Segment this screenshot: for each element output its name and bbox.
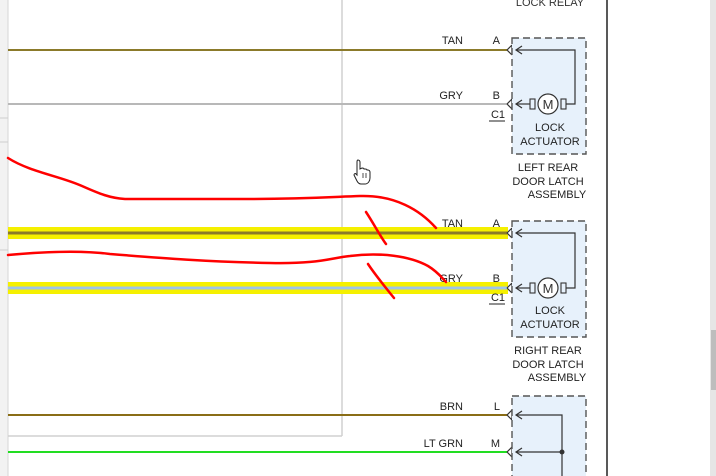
right-margin-panel — [606, 0, 716, 476]
actuator-label: LOCK — [535, 122, 566, 134]
actuator-label: ACTUATOR — [520, 319, 580, 331]
assembly-label: DOOR LATCH — [512, 359, 583, 371]
wire-color-label: GRY — [439, 90, 463, 102]
connector-label: C1 — [491, 109, 505, 121]
left-rear-door-latch-module: M LOCK ACTUATOR — [511, 37, 587, 155]
wire-color-label: TAN — [442, 35, 463, 47]
wire-color-label: LT GRN — [424, 438, 463, 450]
scrollbar-strip[interactable] — [710, 0, 716, 476]
wire-color-label: BRN — [440, 401, 463, 413]
pin-label: L — [494, 401, 500, 413]
actuator-label: LOCK — [535, 305, 566, 317]
left-edge-strip — [0, 0, 8, 476]
pin-label: B — [493, 273, 500, 285]
scrollbar-thumb[interactable] — [711, 330, 716, 390]
actuator-label: ACTUATOR — [520, 136, 580, 148]
wiring-diagram: LOCK RELAY TAN A GRY B C1 TAN A GRY B C1… — [0, 0, 716, 476]
motor-symbol: M — [543, 281, 554, 296]
assembly-label: DOOR LATCH — [512, 176, 583, 188]
motor-symbol: M — [543, 97, 554, 112]
wire-color-label: TAN — [442, 218, 463, 230]
module-box — [511, 395, 587, 476]
pin-label: A — [493, 218, 501, 230]
pin-label: M — [491, 438, 500, 450]
lower-module — [511, 395, 587, 476]
lock-relay-label: LOCK RELAY — [516, 0, 585, 9]
pin-label: A — [493, 35, 501, 47]
assembly-label: ASSEMBLY — [528, 372, 587, 384]
assembly-label: RIGHT REAR — [514, 345, 582, 357]
right-rear-door-latch-module: M LOCK ACTUATOR — [511, 220, 587, 338]
splice-dot — [559, 449, 565, 455]
connector-label: C1 — [491, 292, 505, 304]
assembly-label: LEFT REAR — [518, 162, 578, 174]
pin-label: B — [493, 90, 500, 102]
assembly-label: ASSEMBLY — [528, 189, 587, 201]
